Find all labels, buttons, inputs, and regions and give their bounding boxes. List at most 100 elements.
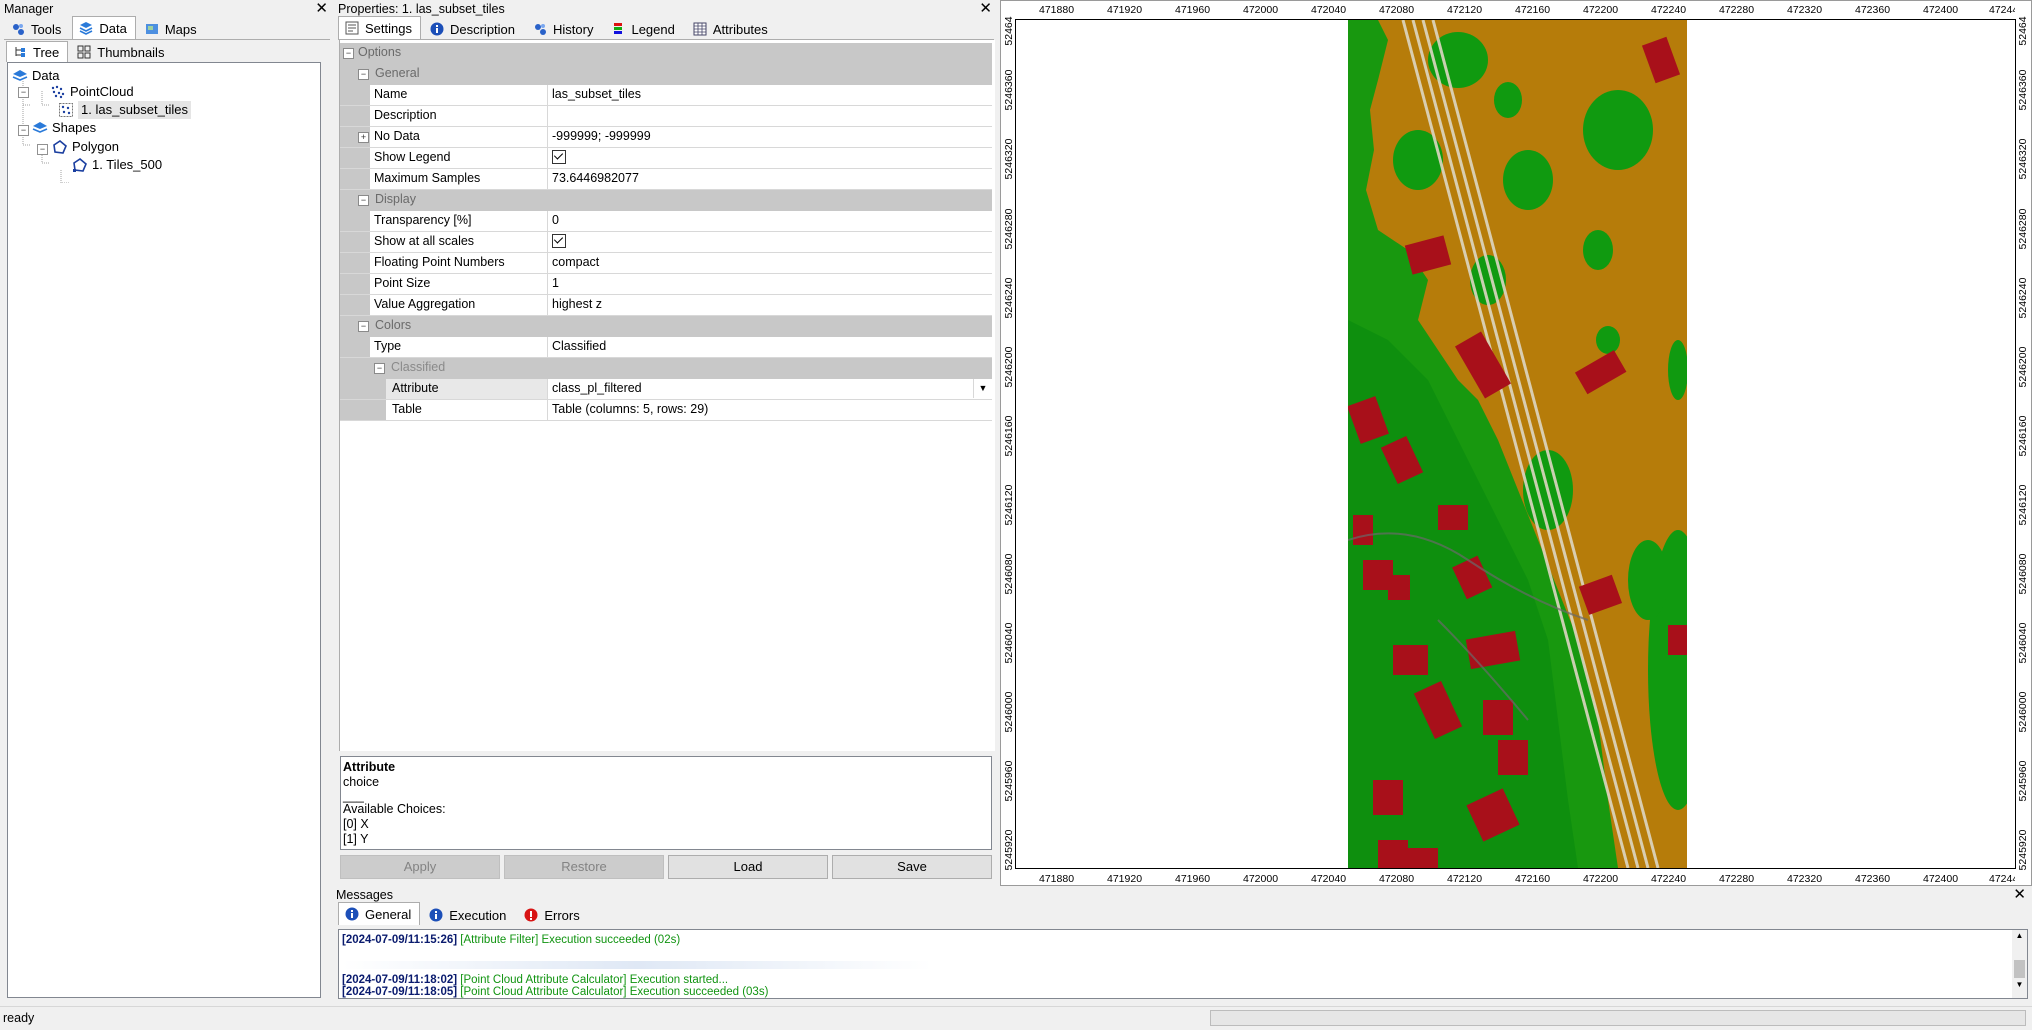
prop-row-max-samples[interactable]: Maximum Samples 73.6446982077: [340, 169, 992, 190]
tab-errors[interactable]: Errors: [517, 904, 588, 925]
info-icon: [430, 22, 444, 36]
tab-data[interactable]: Data: [72, 16, 136, 39]
load-button[interactable]: Load: [668, 855, 828, 879]
save-button[interactable]: Save: [832, 855, 992, 879]
data-tree-view[interactable]: Data − PointCloud 1. las_subset_tiles − …: [7, 62, 321, 998]
attribute-select[interactable]: class_pl_filtered ▼: [547, 379, 992, 399]
expand-nodata-icon[interactable]: +: [358, 132, 369, 143]
shapes-icon: [32, 120, 48, 136]
database-icon: [12, 68, 28, 84]
pointcloud-layer-icon: [58, 102, 74, 118]
chevron-down-icon[interactable]: ▼: [973, 379, 992, 398]
tab-attributes[interactable]: Attributes: [686, 18, 777, 39]
messages-close-button[interactable]: ✕: [2013, 886, 2026, 904]
transparency-value-field[interactable]: 0: [547, 211, 992, 231]
scroll-up-icon[interactable]: ▲: [2012, 930, 2027, 942]
help-separator: ___: [343, 789, 364, 803]
tree-icon: [13, 45, 27, 59]
prop-row-table[interactable]: Table Table (columns: 5, rows: 29): [340, 400, 992, 421]
nodata-value-field[interactable]: -999999; -999999: [547, 127, 992, 147]
manager-panel: Manager ✕ Tools Data Maps Tree Thumbnail…: [0, 0, 334, 1005]
tab-maps[interactable]: Maps: [138, 18, 206, 39]
tree-node-shapes[interactable]: Shapes: [32, 119, 96, 137]
tree-item-tiles-500[interactable]: 1. Tiles_500: [72, 156, 162, 174]
prop-row-name[interactable]: Name las_subset_tiles: [340, 85, 992, 106]
tab-tree[interactable]: Tree: [6, 41, 69, 62]
tab-history[interactable]: History: [526, 18, 602, 39]
collapse-options-icon[interactable]: −: [343, 48, 354, 59]
tree-node-polygon[interactable]: Polygon: [52, 138, 119, 156]
value-aggregation-value-field[interactable]: highest z: [547, 295, 992, 315]
max-samples-value-field[interactable]: 73.6446982077: [547, 169, 992, 189]
floating-point-value-field[interactable]: compact: [547, 253, 992, 273]
execution-info-icon: [429, 908, 443, 922]
properties-close-button[interactable]: ✕: [979, 0, 992, 18]
tab-general[interactable]: General: [338, 902, 421, 925]
settings-icon: [345, 21, 359, 35]
point-size-value-field[interactable]: 1: [547, 274, 992, 294]
prop-row-attribute[interactable]: Attribute class_pl_filtered ▼: [340, 379, 992, 400]
tab-execution[interactable]: Execution: [422, 904, 515, 925]
scroll-down-icon[interactable]: ▼: [2012, 978, 2027, 992]
pointcloud-icon: [50, 84, 66, 100]
prop-row-transparency[interactable]: Transparency [%] 0: [340, 211, 992, 232]
help-title: Attribute: [343, 760, 396, 774]
message-scrollbar[interactable]: ▲ ▼: [2012, 930, 2027, 998]
legend-icon: [611, 22, 625, 36]
history-icon: [533, 22, 547, 36]
collapse-classified-icon[interactable]: −: [374, 363, 385, 374]
tab-description[interactable]: Description: [423, 18, 524, 39]
scroll-thumb[interactable]: [2014, 960, 2025, 978]
category-display[interactable]: − Display: [340, 190, 992, 211]
category-colors[interactable]: − Colors: [340, 316, 992, 337]
restore-button[interactable]: Restore: [504, 855, 664, 879]
category-options[interactable]: − Options: [340, 43, 992, 64]
table-value-field[interactable]: Table (columns: 5, rows: 29): [547, 400, 992, 420]
show-legend-checkbox[interactable]: [552, 149, 566, 164]
category-classified[interactable]: − Classified: [340, 358, 992, 379]
prop-row-show-all-scales[interactable]: Show at all scales: [340, 232, 992, 253]
help-choice-1: [1] Y: [343, 832, 369, 846]
tab-legend[interactable]: Legend: [604, 18, 683, 39]
type-value-field[interactable]: Classified: [547, 337, 992, 357]
prop-row-show-legend[interactable]: Show Legend: [340, 148, 992, 169]
prop-row-value-aggregation[interactable]: Value Aggregation highest z: [340, 295, 992, 316]
prop-row-description[interactable]: Description: [340, 106, 992, 127]
manager-close-button[interactable]: ✕: [315, 0, 328, 18]
log-line-3: [2024-07-09/11:18:05] [Point Cloud Attri…: [342, 986, 769, 998]
prop-row-nodata[interactable]: + No Data -999999; -999999: [340, 127, 992, 148]
show-all-scales-checkbox[interactable]: [552, 233, 566, 248]
pointcloud-render: [1348, 20, 1687, 868]
help-choice-0: [0] X: [343, 817, 369, 831]
prop-row-point-size[interactable]: Point Size 1: [340, 274, 992, 295]
messages-tabbar: General Execution Errors: [338, 902, 591, 925]
tab-thumbnails[interactable]: Thumbnails: [70, 41, 173, 62]
help-choices-label: Available Choices:: [343, 802, 446, 816]
apply-button[interactable]: Apply: [340, 855, 500, 879]
tree-item-las-subset-tiles[interactable]: 1. las_subset_tiles: [58, 101, 191, 119]
collapse-general-icon[interactable]: −: [358, 69, 369, 80]
name-value-field[interactable]: las_subset_tiles: [547, 85, 992, 105]
collapse-polygon-icon[interactable]: −: [37, 144, 48, 155]
description-value-field[interactable]: [547, 106, 992, 126]
status-bar: ready: [0, 1006, 2032, 1030]
prop-row-floating-point[interactable]: Floating Point Numbers compact: [340, 253, 992, 274]
collapse-shapes-icon[interactable]: −: [18, 125, 29, 136]
tree-node-pointcloud[interactable]: PointCloud: [50, 83, 134, 101]
collapse-pointcloud-icon[interactable]: −: [18, 87, 29, 98]
info-icon: [345, 907, 359, 921]
category-general[interactable]: − General: [340, 64, 992, 85]
error-icon: [524, 908, 538, 922]
prop-row-type[interactable]: Type Classified: [340, 337, 992, 358]
collapse-display-icon[interactable]: −: [358, 195, 369, 206]
tab-tools[interactable]: Tools: [4, 18, 70, 39]
attribute-help-box: Attribute choice ___ Available Choices: …: [340, 756, 992, 850]
status-progress-bar: [1210, 1010, 2026, 1026]
log-line-1: [2024-07-09/11:15:26] [Attribute Filter]…: [342, 934, 681, 946]
help-type: choice: [343, 775, 380, 789]
collapse-colors-icon[interactable]: −: [358, 321, 369, 332]
tab-settings[interactable]: Settings: [338, 16, 421, 39]
tools-icon: [11, 22, 25, 36]
manager-subtabbar: Tree Thumbnails: [6, 40, 175, 62]
map-view[interactable]: 471880 471920 471960 472000 472040 47208…: [1000, 0, 2032, 886]
